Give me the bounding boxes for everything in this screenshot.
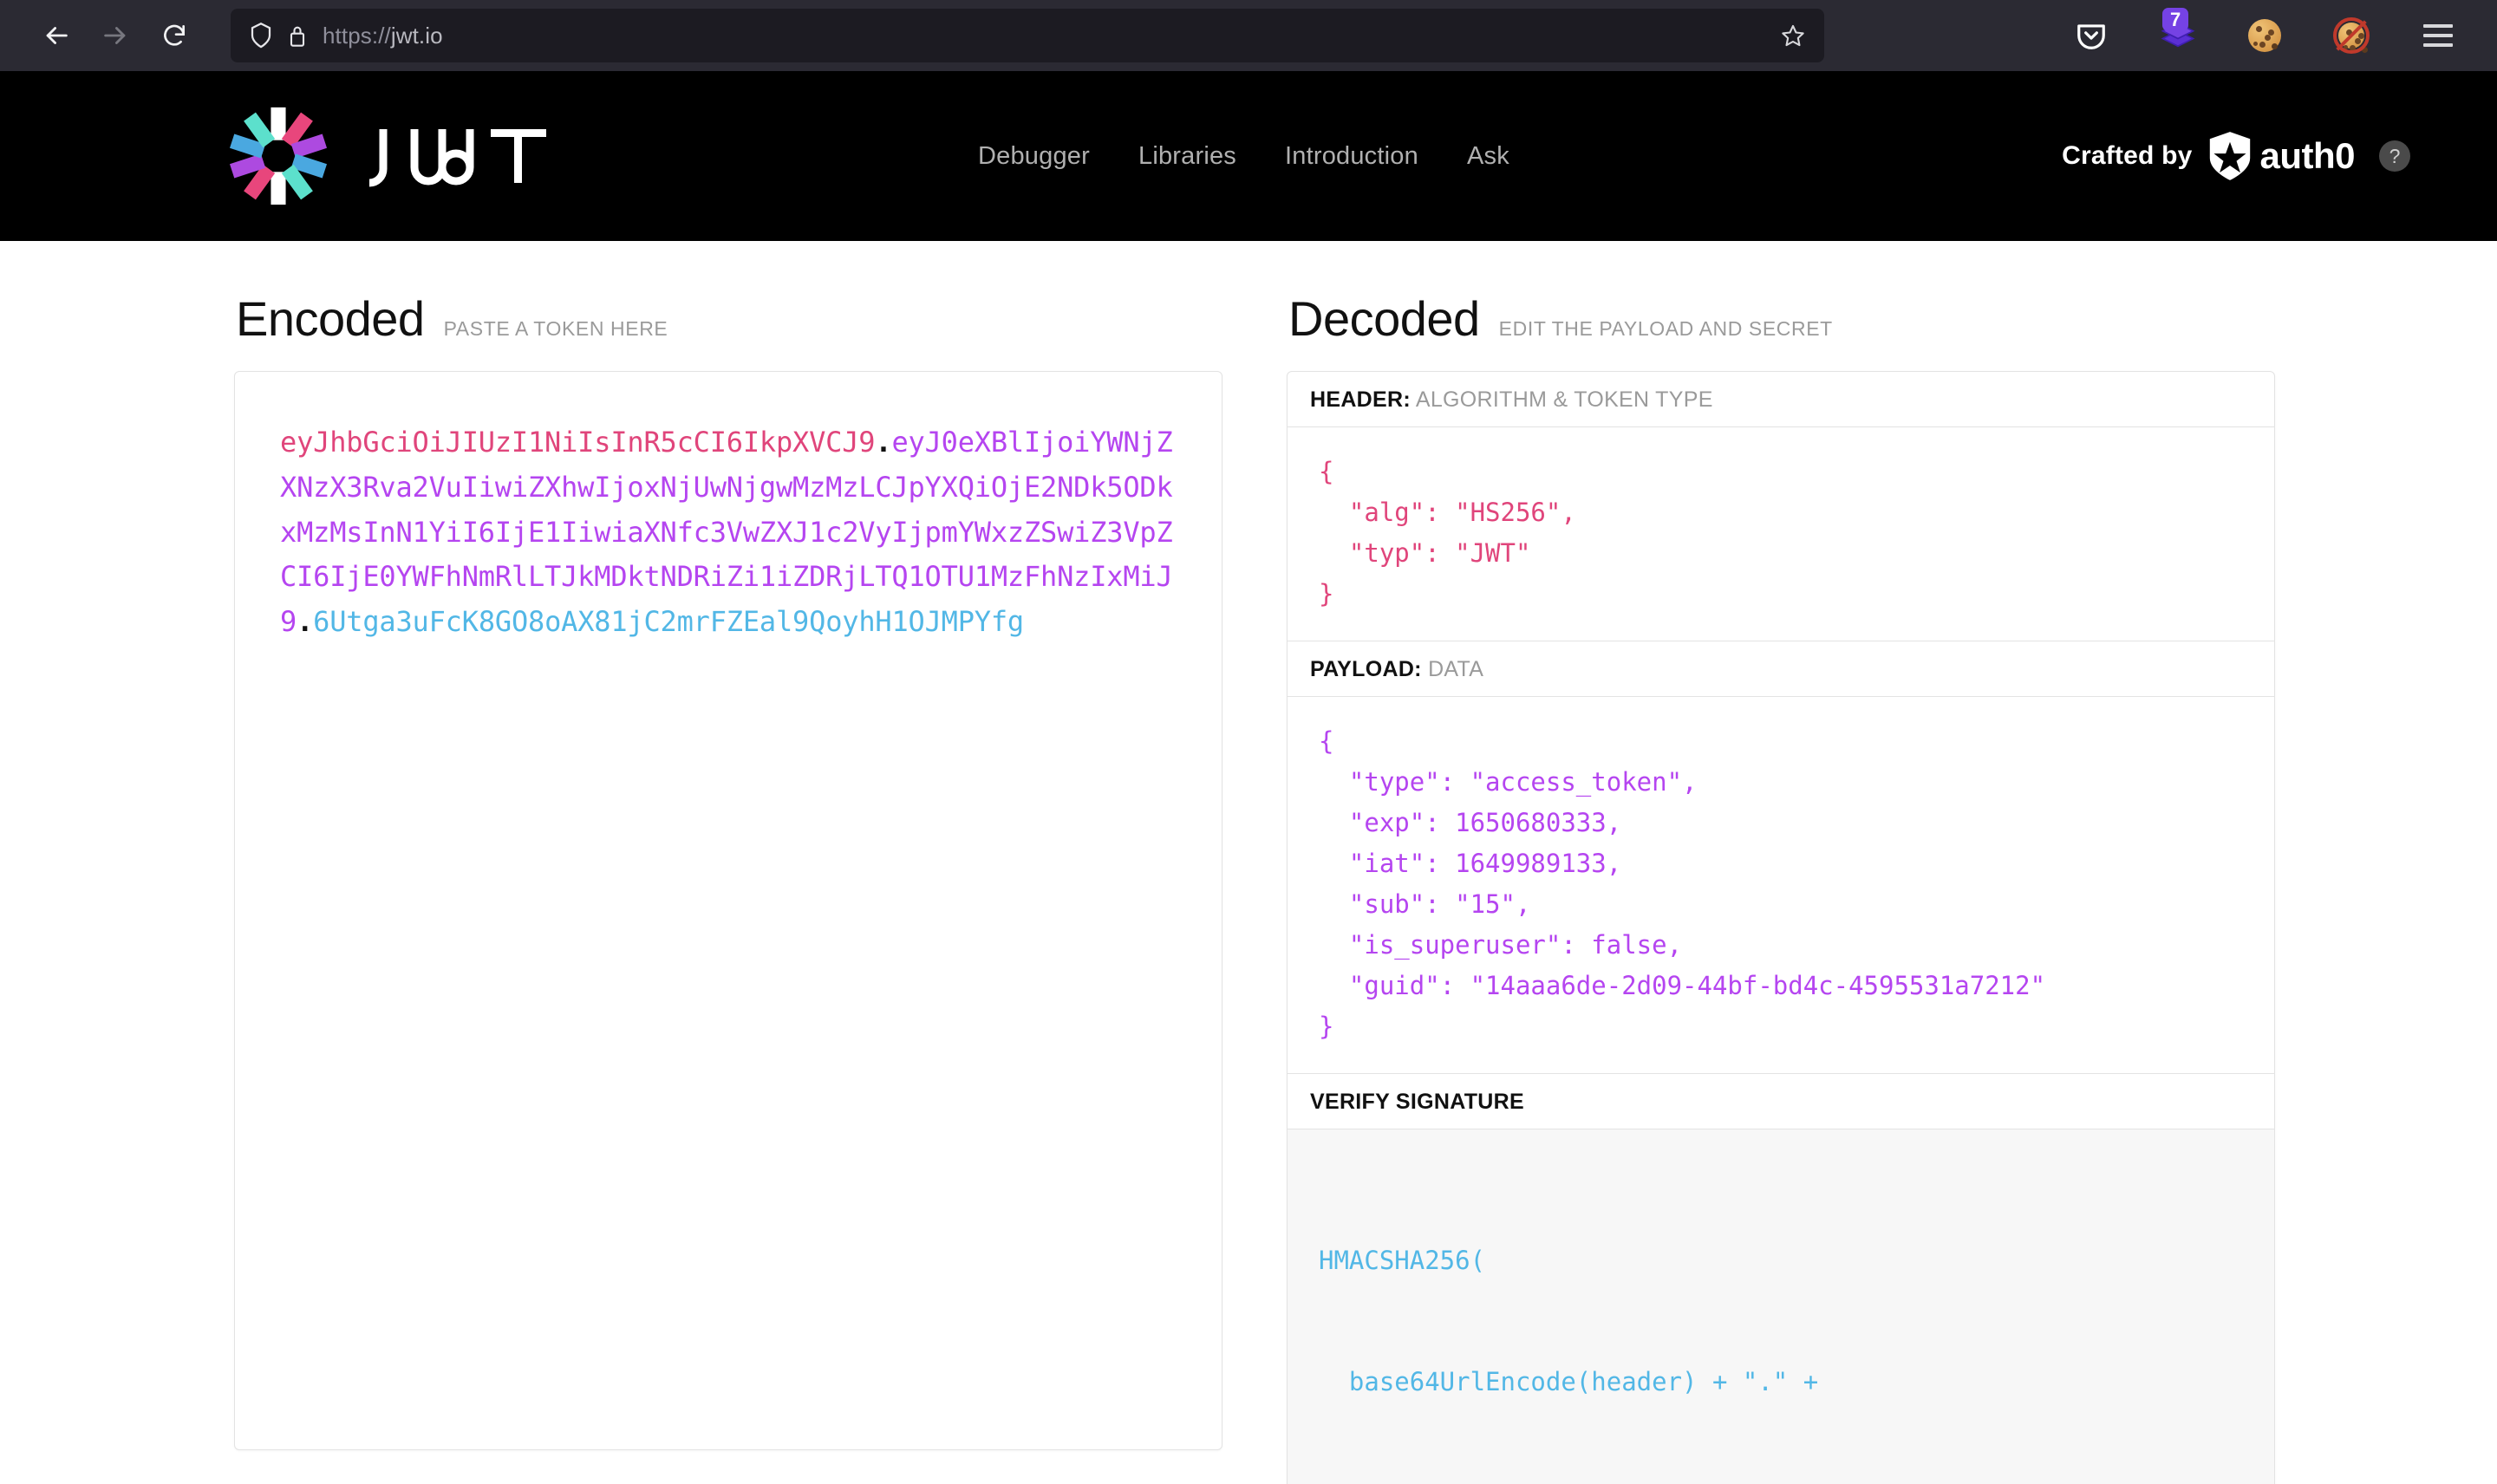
auth0-logo-link[interactable]: auth0	[2207, 131, 2355, 181]
decoded-subtitle: EDIT THE PAYLOAD AND SECRET	[1499, 317, 1833, 341]
decoded-column: Decoded EDIT THE PAYLOAD AND SECRET HEAD…	[1287, 295, 2275, 1484]
address-bar[interactable]: https://jwt.io	[231, 9, 1824, 62]
decoded-title: Decoded	[1288, 295, 1480, 343]
decoded-panel: HEADER: ALGORITHM & TOKEN TYPE { "alg": …	[1287, 371, 2275, 1484]
auth0-shield-icon	[2207, 131, 2253, 181]
header-label-sub: ALGORITHM & TOKEN TYPE	[1416, 387, 1713, 412]
signature-section-label: VERIFY SIGNATURE	[1288, 1073, 2274, 1129]
back-button[interactable]	[29, 9, 83, 62]
layers-icon[interactable]: 7	[2159, 16, 2197, 55]
payload-label-bold: PAYLOAD:	[1310, 657, 1422, 681]
token-dot-2: .	[297, 605, 313, 638]
url-host: jwt.io	[391, 23, 443, 49]
extensions-area: 7	[1824, 16, 2474, 55]
url-scheme: https://	[323, 23, 391, 49]
padlock-icon	[288, 23, 307, 48]
navigation-buttons	[23, 9, 201, 62]
token-header-part: eyJhbGciOiJIUzI1NiIsInR5cCI6IkpXVCJ9	[280, 426, 875, 459]
help-icon[interactable]: ?	[2379, 140, 2410, 172]
nav-item-ask[interactable]: Ask	[1467, 142, 1509, 171]
url-text: https://jwt.io	[323, 23, 1755, 49]
shield-icon	[250, 23, 272, 49]
token-signature-part: 6Utga3uFcK8GO8oAX81jC2mrFZEal9QoyhH1OJMP…	[313, 605, 1024, 638]
header-section-label: HEADER: ALGORITHM & TOKEN TYPE	[1288, 372, 2274, 427]
site-header: Debugger Libraries Introduction Ask Craf…	[0, 71, 2497, 241]
reload-button[interactable]	[147, 9, 201, 62]
cookie-icon[interactable]	[2246, 16, 2284, 55]
brand-logo-link[interactable]	[225, 103, 553, 209]
encoded-heading-row: Encoded PASTE A TOKEN HERE	[234, 295, 1222, 343]
signature-line-1: HMACSHA256(	[1319, 1240, 2243, 1281]
main-content: Encoded PASTE A TOKEN HERE eyJhbGciOiJIU…	[0, 241, 2497, 1484]
back-arrow-icon	[42, 21, 71, 50]
header-label-bold: HEADER:	[1310, 387, 1411, 412]
header-json-editor[interactable]: { "alg": "HS256", "typ": "JWT" }	[1288, 427, 2274, 641]
payload-json-editor[interactable]: { "type": "access_token", "exp": 1650680…	[1288, 697, 2274, 1073]
nav-item-introduction[interactable]: Introduction	[1285, 142, 1418, 171]
payload-section-label: PAYLOAD: DATA	[1288, 641, 2274, 697]
signature-line-2: base64UrlEncode(header) + "." +	[1319, 1362, 2243, 1403]
pocket-icon[interactable]	[2072, 16, 2110, 55]
nav-item-debugger[interactable]: Debugger	[978, 142, 1090, 171]
hamburger-menu-icon[interactable]	[2419, 16, 2457, 55]
jwt-logo-icon	[225, 103, 331, 209]
bookmark-button[interactable]	[1770, 23, 1805, 48]
crafted-by-block: Crafted by auth0 ?	[2062, 131, 2410, 181]
layers-badge-count: 7	[2162, 8, 2188, 31]
encoded-column: Encoded PASTE A TOKEN HERE eyJhbGciOiJIU…	[234, 295, 1222, 1484]
browser-toolbar: https://jwt.io 7	[0, 0, 2497, 71]
forward-button[interactable]	[88, 9, 142, 62]
nav-item-libraries[interactable]: Libraries	[1138, 142, 1236, 171]
encoded-title: Encoded	[236, 295, 425, 343]
jwt-token-text: eyJhbGciOiJIUzI1NiIsInR5cCI6IkpXVCJ9.eyJ…	[280, 420, 1177, 645]
encoded-token-input[interactable]: eyJhbGciOiJIUzI1NiIsInR5cCI6IkpXVCJ9.eyJ…	[234, 371, 1222, 1450]
payload-label-sub: DATA	[1428, 657, 1483, 681]
signature-editor: HMACSHA256( base64UrlEncode(header) + ".…	[1288, 1129, 2274, 1484]
main-navigation: Debugger Libraries Introduction Ask	[978, 142, 1509, 171]
forward-arrow-icon	[101, 21, 130, 50]
cookie-glyph	[2248, 19, 2281, 52]
decoded-heading-row: Decoded EDIT THE PAYLOAD AND SECRET	[1287, 295, 2275, 343]
star-icon	[1781, 23, 1805, 48]
encoded-subtitle: PASTE A TOKEN HERE	[444, 317, 668, 341]
reload-icon	[160, 22, 188, 49]
auth0-wordmark: auth0	[2259, 135, 2355, 177]
jwt-wordmark	[357, 119, 553, 193]
token-dot-1: .	[875, 426, 891, 459]
crafted-by-label: Crafted by	[2062, 141, 2192, 171]
cookie-blocked-icon[interactable]	[2332, 16, 2370, 55]
signature-label-bold: VERIFY SIGNATURE	[1310, 1090, 1524, 1114]
